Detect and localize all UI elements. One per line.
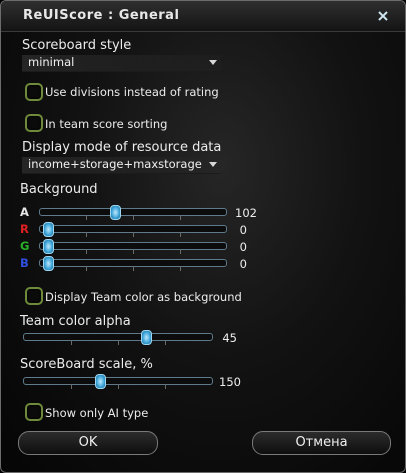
channel-r-value: 0 — [239, 223, 247, 237]
channel-g-slider[interactable] — [39, 242, 227, 254]
channel-r-slider-knob[interactable] — [43, 222, 54, 237]
team-color-alpha-value: 45 — [222, 331, 237, 345]
slider-tick — [71, 384, 72, 389]
resource-mode-label: Display mode of resource data — [22, 140, 222, 155]
scoreboard-scale-slider[interactable] — [23, 377, 213, 389]
slider-tick — [165, 340, 166, 345]
slider-tick — [86, 232, 87, 237]
scoreboard-scale-value: 150 — [219, 375, 241, 389]
show-ai-label: Show only AI type — [45, 406, 149, 420]
ok-button[interactable]: OK — [18, 431, 158, 455]
scoreboard-style-value: minimal — [28, 55, 75, 69]
window-title: ReUIScore : General — [23, 8, 180, 23]
team-sorting-checkbox[interactable] — [25, 114, 43, 132]
cancel-button[interactable]: Отмена — [252, 431, 391, 455]
team-color-alpha-slider[interactable] — [23, 333, 213, 345]
slider-tick — [86, 249, 87, 254]
scoreboard-scale-label: ScoreBoard scale, % — [20, 357, 153, 372]
resource-mode-value: income+storage+maxstorage — [28, 157, 202, 171]
chevron-down-icon — [209, 60, 217, 65]
team-color-bg-checkbox[interactable] — [25, 287, 43, 305]
channel-b-slider[interactable] — [39, 259, 227, 271]
slider-tick — [180, 232, 181, 237]
show-ai-checkbox[interactable] — [25, 403, 43, 421]
channel-g-label: G — [20, 239, 30, 253]
slider-tick — [133, 266, 134, 271]
use-divisions-label: Use divisions instead of rating — [45, 85, 219, 99]
slider-tick — [180, 266, 181, 271]
channel-a-value: 102 — [235, 206, 257, 220]
slider-tick — [165, 384, 166, 389]
team-color-alpha-label: Team color alpha — [20, 314, 131, 329]
slider-tick — [118, 340, 119, 345]
channel-a-label: A — [20, 205, 29, 219]
channel-g-value: 0 — [239, 240, 247, 254]
channel-r-slider[interactable] — [39, 225, 227, 237]
slider-tick — [71, 340, 72, 345]
channel-b-value: 0 — [239, 257, 247, 271]
scoreboard-style-label: Scoreboard style — [22, 38, 132, 53]
scoreboard-style-dropdown[interactable]: minimal — [22, 55, 221, 72]
close-icon[interactable] — [376, 9, 390, 23]
team-sorting-label: In team score sorting — [45, 117, 168, 131]
background-label: Background — [20, 182, 98, 197]
chevron-down-icon — [209, 162, 217, 167]
slider-tick — [133, 249, 134, 254]
channel-r-label: R — [20, 222, 29, 236]
channel-g-slider-knob[interactable] — [43, 239, 54, 254]
slider-tick — [180, 215, 181, 220]
slider-tick — [180, 249, 181, 254]
channel-b-label: B — [20, 256, 29, 270]
slider-tick — [118, 384, 119, 389]
team-color-bg-label: Display Team color as background — [45, 290, 242, 304]
channel-b-slider-knob[interactable] — [43, 256, 54, 271]
use-divisions-checkbox[interactable] — [25, 83, 43, 101]
slider-tick — [86, 215, 87, 220]
settings-window: ReUIScore : General Scoreboard style min… — [0, 0, 406, 473]
slider-tick — [133, 232, 134, 237]
resource-mode-dropdown[interactable]: income+storage+maxstorage — [22, 157, 221, 174]
slider-tick — [133, 215, 134, 220]
title-bar[interactable]: ReUIScore : General — [1, 1, 405, 32]
slider-tick — [86, 266, 87, 271]
channel-a-slider[interactable] — [39, 208, 227, 220]
scoreboard-scale-slider-knob[interactable] — [95, 374, 106, 389]
channel-a-slider-knob[interactable] — [110, 205, 122, 220]
team-color-alpha-slider-knob[interactable] — [140, 330, 152, 345]
